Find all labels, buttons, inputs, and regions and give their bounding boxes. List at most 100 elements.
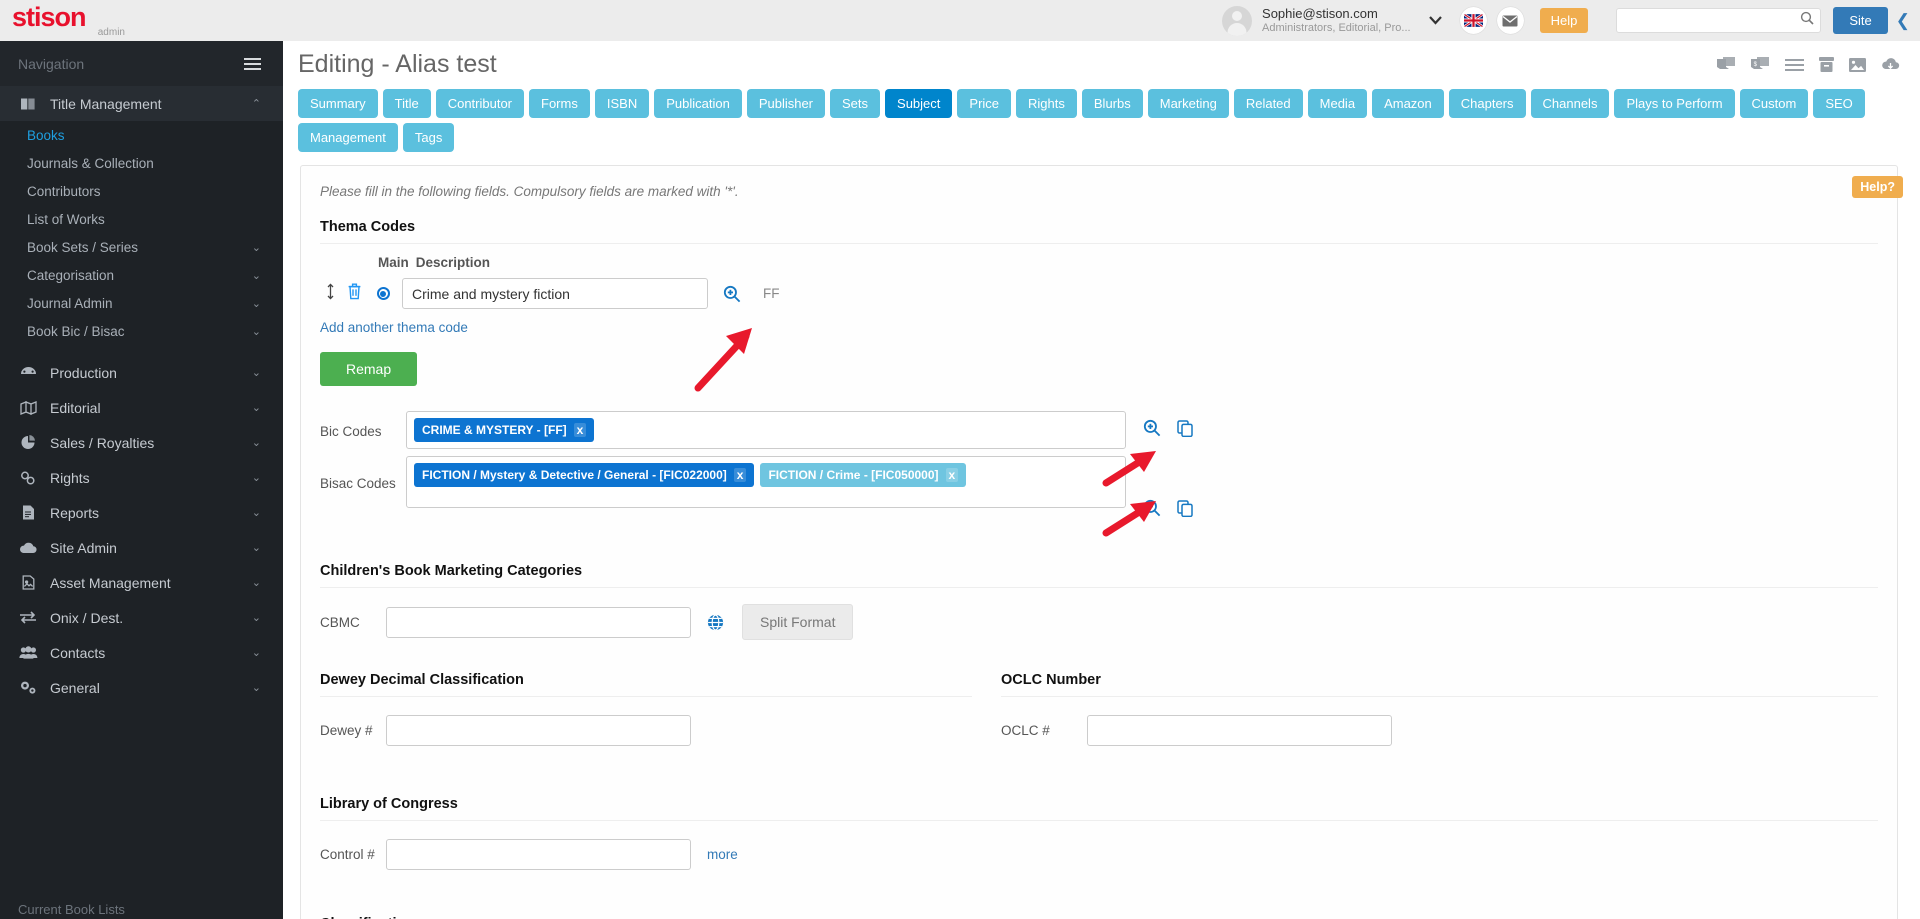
thema-search-plus-icon[interactable] — [723, 285, 741, 303]
chevron-down-icon[interactable]: ⌄ — [252, 241, 261, 254]
archive-icon[interactable] — [1819, 57, 1834, 72]
tab-custom[interactable]: Custom — [1739, 89, 1809, 118]
trash-icon[interactable] — [340, 283, 368, 305]
comments-icon[interactable] — [1717, 57, 1736, 72]
sidebar-item-sales-royalties[interactable]: Sales / Royalties ⌄ — [0, 425, 283, 460]
tab-media[interactable]: Media — [1307, 89, 1368, 118]
tab-channels[interactable]: Channels — [1530, 89, 1610, 118]
sidebar-item-contributors[interactable]: Contributors — [0, 177, 283, 205]
site-button[interactable]: Site — [1833, 7, 1888, 34]
tab-price[interactable]: Price — [957, 89, 1012, 118]
sidebar-item-asset-management[interactable]: Asset Management ⌄ — [0, 565, 283, 600]
bisac-copy-icon[interactable] — [1177, 499, 1194, 517]
remove-token-icon[interactable]: x — [945, 468, 959, 482]
language-button[interactable] — [1459, 7, 1487, 34]
tab-publication[interactable]: Publication — [654, 89, 742, 118]
bic-search-plus-icon[interactable] — [1143, 419, 1161, 437]
help-button[interactable]: Help — [1539, 8, 1589, 33]
tab-related[interactable]: Related — [1233, 89, 1303, 118]
sidebar-item-general[interactable]: General ⌄ — [0, 670, 283, 705]
tab-publisher[interactable]: Publisher — [746, 89, 826, 118]
tab-summary[interactable]: Summary — [298, 89, 378, 118]
sidebar-item-book-sets-series[interactable]: Book Sets / Series ⌄ — [0, 233, 283, 261]
current-book-lists-label[interactable]: Current Book Lists — [18, 902, 125, 917]
sidebar-item-rights[interactable]: Rights ⌄ — [0, 460, 283, 495]
sidebar-item-list-of-works[interactable]: List of Works — [0, 205, 283, 233]
chevron-down-icon[interactable]: ⌄ — [252, 506, 261, 519]
split-format-button[interactable]: Split Format — [742, 604, 854, 640]
image-icon[interactable] — [1849, 57, 1866, 72]
main-radio-button[interactable] — [368, 287, 398, 300]
hamburger-menu-icon[interactable] — [244, 57, 261, 70]
search-icon[interactable] — [1800, 11, 1814, 30]
tab-marketing[interactable]: Marketing — [1147, 89, 1229, 118]
chevron-down-icon[interactable]: ⌄ — [252, 471, 261, 484]
add-another-thema-code-link[interactable]: Add another thema code — [320, 320, 468, 335]
sidebar-item-site-admin[interactable]: Site Admin ⌄ — [0, 530, 283, 565]
thema-description-input[interactable] — [402, 278, 708, 309]
tab-management[interactable]: Management — [298, 123, 398, 152]
tab-rights[interactable]: Rights — [1016, 89, 1077, 118]
remap-button[interactable]: Remap — [320, 352, 418, 386]
tab-subject[interactable]: Subject — [885, 89, 953, 118]
chevron-down-icon[interactable] — [1428, 13, 1442, 28]
bisac-token[interactable]: FICTION / Mystery & Detective / General … — [414, 463, 755, 487]
tab-forms[interactable]: Forms — [529, 89, 590, 118]
bic-copy-icon[interactable] — [1177, 419, 1194, 437]
chevron-down-icon[interactable]: ⌄ — [252, 576, 261, 589]
chevron-down-icon[interactable]: ⌄ — [252, 297, 261, 310]
chevron-down-icon[interactable]: ⌄ — [252, 436, 261, 449]
tab-isbn[interactable]: ISBN — [594, 89, 650, 118]
tab-title[interactable]: Title — [382, 89, 431, 118]
chevron-up-icon[interactable]: ⌃ — [252, 97, 261, 110]
brand-logo[interactable]: stison admin — [12, 3, 127, 38]
tab-plays-to-perform[interactable]: Plays to Perform — [1614, 89, 1735, 118]
chevron-down-icon[interactable]: ⌄ — [252, 401, 261, 414]
sidebar-item-title-management[interactable]: Title Management ⌃ — [0, 86, 283, 121]
sidebar-item-reports[interactable]: Reports ⌄ — [0, 495, 283, 530]
tab-tags[interactable]: Tags — [402, 123, 455, 152]
chevron-down-icon[interactable]: ⌄ — [252, 325, 261, 338]
user-block[interactable]: Sophie@stison.com Administrators, Editor… — [1222, 5, 1589, 36]
oclc-input[interactable] — [1087, 715, 1392, 746]
search-input[interactable] — [1623, 12, 1801, 29]
dewey-input[interactable] — [386, 715, 691, 746]
global-search[interactable] — [1616, 8, 1822, 33]
bic-token[interactable]: CRIME & MYSTERY - [FF] x — [414, 418, 595, 442]
more-link[interactable]: more — [707, 847, 738, 862]
bisac-codes-field[interactable]: FICTION / Mystery & Detective / General … — [406, 456, 1126, 508]
tab-amazon[interactable]: Amazon — [1372, 89, 1444, 118]
list-icon[interactable] — [1785, 58, 1804, 72]
sidebar-item-journal-admin[interactable]: Journal Admin ⌄ — [0, 289, 283, 317]
chevron-down-icon[interactable]: ⌄ — [252, 269, 261, 282]
chevron-down-icon[interactable]: ⌄ — [252, 541, 261, 554]
chevron-down-icon[interactable]: ⌄ — [252, 366, 261, 379]
bisac-search-plus-icon[interactable] — [1143, 499, 1161, 517]
tab-chapters[interactable]: Chapters — [1448, 89, 1526, 118]
sidebar-item-books[interactable]: Books — [0, 121, 283, 149]
globe-icon[interactable] — [707, 613, 724, 631]
sidebar-item-editorial[interactable]: Editorial ⌄ — [0, 390, 283, 425]
tab-blurbs[interactable]: Blurbs — [1081, 89, 1143, 118]
chevron-left-icon[interactable]: ❮ — [1896, 11, 1910, 31]
sidebar-item-journals-collection[interactable]: Journals & Collection — [0, 149, 283, 177]
drag-handle-icon[interactable] — [320, 283, 340, 304]
chevron-down-icon[interactable]: ⌄ — [252, 611, 261, 624]
cloud-download-icon[interactable] — [1881, 57, 1900, 72]
help-flag-button[interactable]: Help? — [1852, 176, 1903, 198]
remove-token-icon[interactable]: x — [733, 468, 747, 482]
bic-codes-field[interactable]: CRIME & MYSTERY - [FF] x — [406, 411, 1126, 449]
tab-sets[interactable]: Sets — [830, 89, 881, 118]
remove-token-icon[interactable]: x — [573, 423, 587, 437]
messages-button[interactable] — [1496, 7, 1524, 34]
sidebar-item-categorisation[interactable]: Categorisation ⌄ — [0, 261, 283, 289]
chevron-down-icon[interactable]: ⌄ — [252, 681, 261, 694]
tab-seo[interactable]: SEO — [1813, 89, 1865, 118]
cbmc-input[interactable] — [386, 606, 691, 638]
tab-contributor[interactable]: Contributor — [435, 89, 525, 118]
sidebar-item-production[interactable]: Production ⌄ — [0, 355, 283, 390]
sidebar-item-onix-dest[interactable]: Onix / Dest. ⌄ — [0, 600, 283, 635]
sidebar-item-book-bic-bisac[interactable]: Book Bic / Bisac ⌄ — [0, 317, 283, 345]
chevron-down-icon[interactable]: ⌄ — [252, 646, 261, 659]
control-number-input[interactable] — [386, 839, 691, 870]
